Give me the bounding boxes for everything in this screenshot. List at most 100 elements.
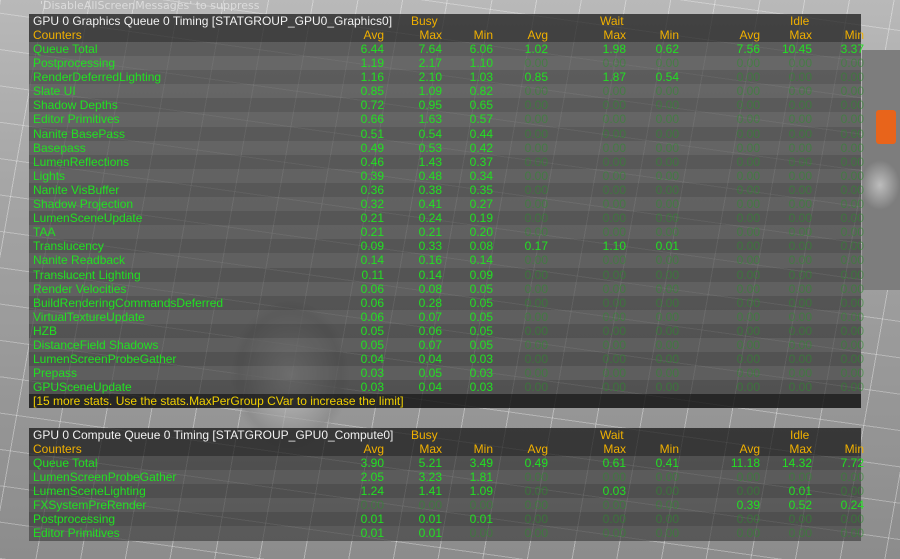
stat-value: 0.00: [602, 182, 626, 197]
stat-value: 0.00: [736, 470, 760, 485]
stat-value: 0.00: [788, 211, 812, 226]
stat-value: 0.00: [655, 267, 679, 282]
stat-value: 0.00: [602, 225, 626, 240]
stat-value: 0.01: [360, 526, 384, 541]
more-stats-note: [15 more stats. Use the stats.MaxPerGrou…: [29, 394, 861, 409]
stat-value: 0.00: [360, 498, 384, 513]
stat-value: 0.00: [788, 512, 812, 527]
stat-value: 0.05: [469, 309, 493, 324]
stat-value: 0.00: [840, 526, 864, 541]
stat-value: 0.00: [788, 309, 812, 324]
stat-value: 0.00: [602, 154, 626, 169]
idle-group-header: Idle: [790, 14, 810, 28]
stat-name: Translucency: [33, 239, 104, 254]
stat-value: 0.00: [788, 98, 812, 113]
stat-name: Queue Total: [33, 42, 98, 56]
stat-value: 0.00: [602, 352, 626, 367]
stat-value: 0.00: [840, 512, 864, 527]
stat-value: 0.00: [602, 323, 626, 338]
stat-value: 0.00: [736, 512, 760, 527]
stat-value: 0.00: [655, 98, 679, 113]
stat-value: 0.00: [655, 197, 679, 212]
stat-value: 0.05: [469, 295, 493, 310]
stat-value: 6.44: [360, 42, 384, 56]
stat-value: 1.16: [360, 70, 384, 85]
stat-name: RenderDeferredLighting: [33, 70, 162, 85]
stat-value: 1.87: [602, 70, 626, 85]
stat-value: 0.00: [788, 323, 812, 338]
stat-value: 0.51: [360, 126, 384, 141]
stat-value: 0.00: [840, 70, 864, 85]
stat-value: 0.06: [360, 295, 384, 310]
stat-value: 0.00: [788, 84, 812, 99]
max-column-header: Max: [789, 442, 812, 456]
stat-value: 0.00: [840, 154, 864, 169]
stat-value: 0.00: [602, 211, 626, 226]
stat-value: 0.00: [840, 225, 864, 240]
stats-group-title: GPU 0 Compute Queue 0 Timing [STATGROUP_…: [33, 428, 394, 442]
stat-value: 0.00: [736, 239, 760, 254]
stat-value: 0.08: [469, 239, 493, 254]
stat-row: DistanceField Shadows 0.05 0.07 0.05 0.00 0.0…: [29, 337, 864, 353]
stat-value: 0.00: [736, 70, 760, 85]
stat-name: Basepass: [33, 140, 86, 155]
stat-value: 0.00: [655, 281, 679, 296]
stat-value: 0.00: [840, 366, 864, 381]
stat-value: 0.00: [602, 84, 626, 99]
stat-value: 0.00: [736, 140, 760, 155]
stat-value: 0.00: [524, 366, 548, 381]
stat-value: 0.00: [655, 295, 679, 310]
stat-value: 0.00: [524, 323, 548, 338]
stat-value: 0.00: [524, 126, 548, 141]
stat-value: 0.00: [655, 366, 679, 381]
stat-value: 0.00: [788, 337, 812, 352]
stat-value: 0.00: [602, 253, 626, 268]
stat-name: Render Velocities: [33, 281, 127, 296]
stat-name: TAA: [33, 225, 56, 240]
stat-value: 0.00: [788, 366, 812, 381]
stat-row: Postprocessing 1.19 2.17 1.10 0.00 0.00 0.00 0.…: [29, 56, 864, 71]
stat-row: Slate UI 0.85 1.09 0.82 0.00 0.00 0.00 0.00 0.00…: [29, 84, 864, 99]
stat-value: 0.00: [788, 140, 812, 155]
stat-value: 0.00: [655, 168, 679, 183]
stat-row: Postprocessing 0.01 0.01 0.01 0.00 0.00 0.00 0.…: [29, 512, 864, 527]
stat-value: 0.00: [788, 225, 812, 240]
stat-value: 0.00: [840, 126, 864, 141]
stat-value: 0.00: [788, 56, 812, 71]
stat-value: 0.00: [788, 182, 812, 197]
stat-value: 0.00: [655, 323, 679, 338]
stat-row: Nanite Readback 0.14 0.16 0.14 0.00 0.00 0.00 0…: [29, 253, 864, 268]
stat-row: Queue Total 3.90 5.21 3.49 0.49 0.61 0.41 11.18…: [29, 456, 864, 471]
min-column-header: Min: [844, 442, 864, 456]
stat-value: 0.01: [360, 512, 384, 527]
stat-value: 1.24: [360, 484, 384, 499]
stat-name: GPUSceneUpdate: [33, 380, 132, 395]
stat-value: 0.00: [736, 126, 760, 141]
stat-value: 0.00: [655, 526, 679, 541]
stat-value: 0.39: [360, 168, 384, 183]
stat-value: 0.00: [602, 295, 626, 310]
stat-value: 0.01: [655, 239, 679, 254]
stat-name: Shadow Projection: [33, 197, 134, 212]
stat-value: 0.61: [602, 456, 626, 470]
idle-group-header: Idle: [790, 428, 810, 442]
stat-value: 0.62: [655, 42, 679, 56]
stat-value: 0.00: [524, 337, 548, 352]
max-column-header: Max: [603, 28, 626, 42]
stat-value: 0.35: [469, 182, 493, 197]
stat-value: 1.98: [602, 42, 626, 56]
stat-name: Editor Primitives: [33, 112, 120, 127]
stat-value: 0.00: [524, 281, 548, 296]
stat-value: 0.00: [655, 56, 679, 71]
stat-row: VirtualTextureUpdate 0.06 0.07 0.05 0.00 0.00…: [29, 309, 864, 324]
max-column-header: Max: [603, 442, 626, 456]
stat-value: 0.03: [360, 366, 384, 381]
stat-value: 0.00: [840, 140, 864, 155]
stat-row: Shadow Depths 0.72 0.95 0.65 0.00 0.00 0.00 0.0…: [29, 98, 864, 113]
stat-value: 11.18: [730, 456, 760, 470]
graphics-queue-stats-panel: GPU 0 Graphics Queue 0 Timing [STATGROUP…: [29, 14, 864, 409]
stat-row: Shadow Projection 0.32 0.41 0.27 0.00 0.00 0.0…: [29, 197, 864, 212]
avg-column-header: Avg: [363, 28, 384, 42]
stat-value: 0.00: [602, 267, 626, 282]
stat-row: FXSystemPreRender 0.00 0.00 0.00 0.00 0.00 0.0…: [29, 498, 864, 513]
